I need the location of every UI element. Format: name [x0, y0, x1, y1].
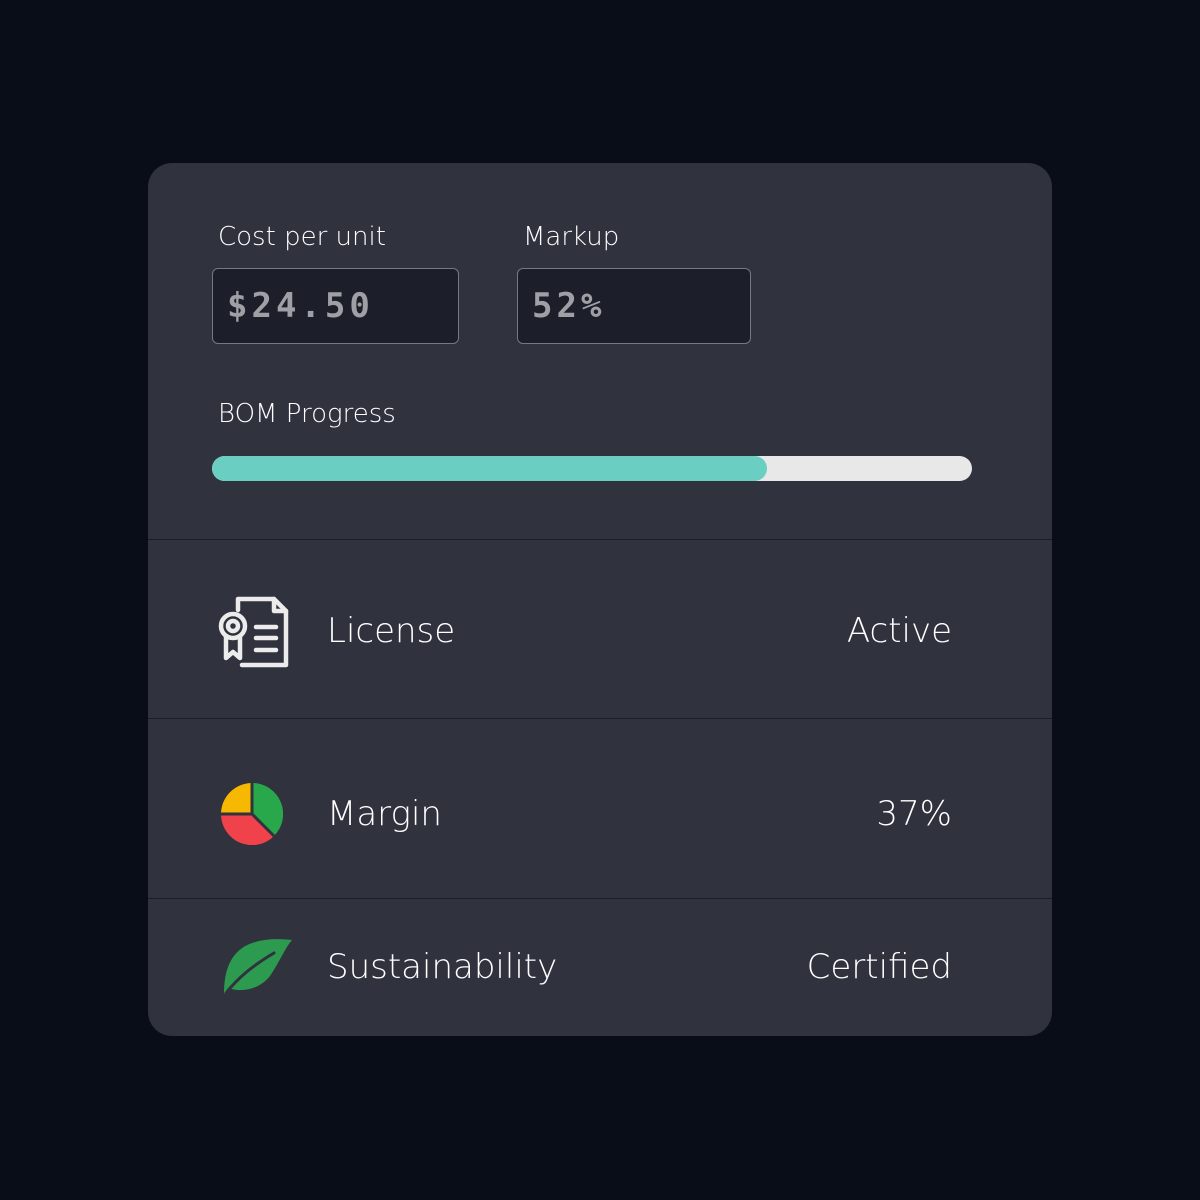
license-certificate-icon [218, 596, 289, 668]
pricing-inputs-section: Cost per unit Markup BOM Progress [148, 163, 1052, 540]
margin-value: 37% [876, 794, 952, 834]
license-label: License [327, 611, 456, 651]
license-status-value: Active [846, 611, 952, 651]
list-item-license: License Active [148, 540, 1052, 719]
list-item-sustainability: Sustainability Certified [148, 900, 1052, 1036]
bom-progress-label: BOM Progress [218, 399, 396, 429]
margin-label: Margin [327, 794, 442, 834]
cost-per-unit-input[interactable] [212, 268, 459, 344]
cost-per-unit-label: Cost per unit [218, 222, 386, 252]
list-item-margin: Margin 37% [148, 720, 1052, 899]
sustainability-status-value: Certified [806, 947, 952, 987]
pie-chart-icon [221, 783, 283, 845]
leaf-icon [224, 939, 292, 995]
pricing-card: Cost per unit Markup BOM Progress Licens… [148, 163, 1052, 1036]
bom-progress-bar [212, 456, 972, 481]
markup-input[interactable] [517, 268, 751, 344]
markup-label: Markup [523, 222, 620, 252]
bom-progress-fill [212, 456, 767, 481]
sustainability-label: Sustainability [327, 947, 558, 987]
